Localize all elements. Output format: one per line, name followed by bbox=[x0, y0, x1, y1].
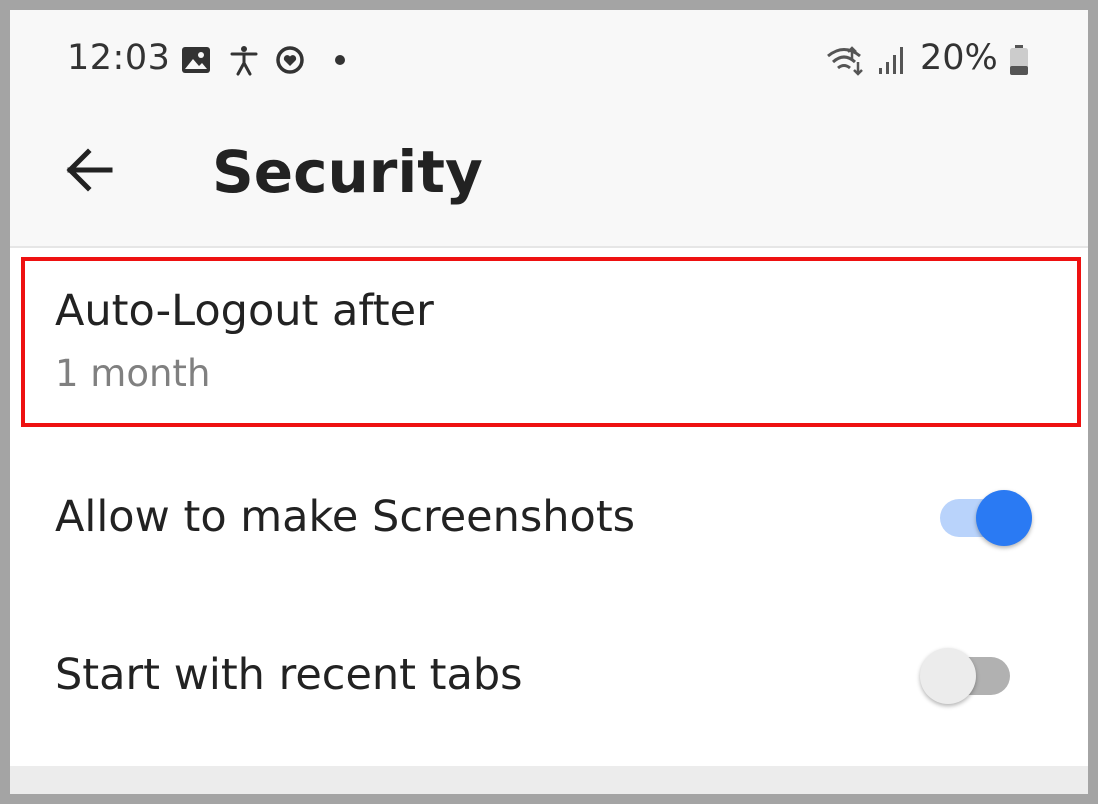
screenshots-setting[interactable]: Allow to make Screenshots bbox=[10, 440, 1088, 600]
recent-tabs-toggle[interactable] bbox=[920, 646, 1010, 706]
heart-circle-icon bbox=[276, 46, 304, 74]
accessibility-icon bbox=[230, 46, 258, 76]
bottom-divider bbox=[10, 766, 1088, 794]
dot-icon bbox=[335, 55, 345, 65]
arrow-back-icon bbox=[66, 148, 113, 192]
auto-logout-value: 1 month bbox=[55, 352, 211, 395]
screenshots-title: Allow to make Screenshots bbox=[55, 492, 636, 542]
recent-tabs-title: Start with recent tabs bbox=[55, 650, 523, 700]
toolbar: Security bbox=[10, 110, 1088, 248]
recent-tabs-toggle-thumb bbox=[920, 648, 976, 704]
screenshots-toggle[interactable] bbox=[940, 488, 1032, 548]
screen: 12:03 20% Security Auto-Logout after 1 m… bbox=[10, 10, 1088, 794]
screenshots-toggle-thumb bbox=[976, 490, 1032, 546]
image-icon bbox=[182, 47, 210, 73]
page-title: Security bbox=[212, 138, 483, 206]
battery-icon bbox=[1010, 45, 1028, 75]
recent-tabs-setting[interactable]: Start with recent tabs bbox=[10, 600, 1088, 760]
auto-logout-setting[interactable]: Auto-Logout after 1 month bbox=[10, 248, 1088, 428]
auto-logout-title: Auto-Logout after bbox=[55, 286, 434, 336]
signal-icon bbox=[879, 47, 903, 74]
back-button[interactable] bbox=[54, 134, 126, 206]
wifi-icon bbox=[827, 46, 863, 76]
status-bar: 12:03 20% bbox=[10, 10, 1088, 110]
status-time: 12:03 bbox=[67, 38, 171, 78]
battery-percent: 20% bbox=[920, 38, 998, 78]
